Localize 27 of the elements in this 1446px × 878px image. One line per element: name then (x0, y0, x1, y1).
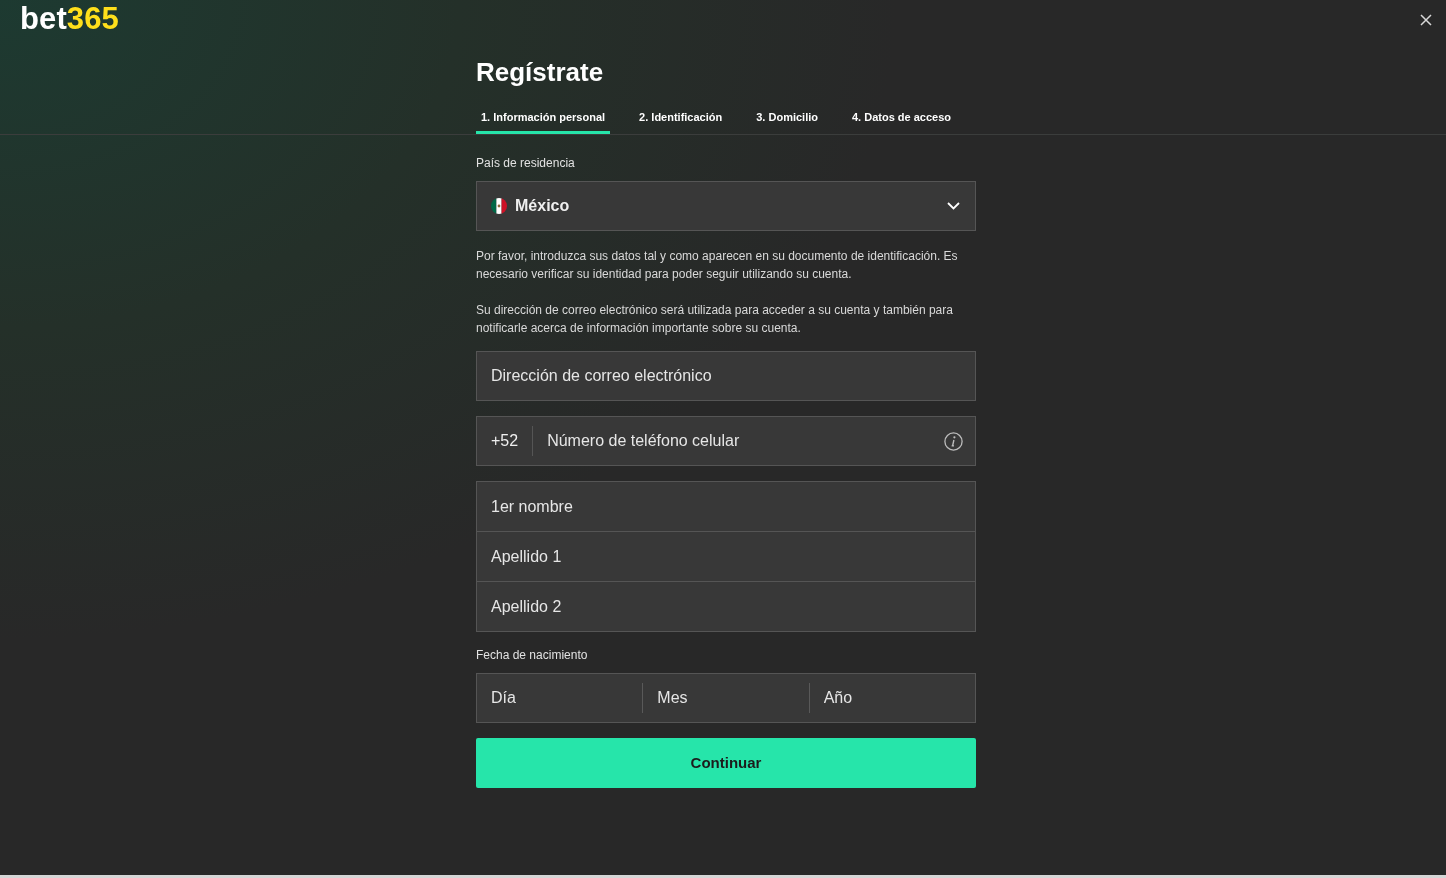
phone-field[interactable]: +52 Número de teléfono celular (476, 416, 976, 466)
country-code: +52 (491, 431, 519, 451)
flag-icon (491, 198, 507, 214)
step-tab[interactable]: 4. Datos de acceso (847, 100, 957, 134)
info-text: Su dirección de correo electrónico será utilizada para acceder a su cuenta y también para notificarle acerca de información importante sobre su cuenta. (476, 302, 954, 337)
email-field[interactable]: Dirección de correo electrónico (476, 351, 976, 401)
name-field[interactable]: Apellido 2 (476, 581, 976, 632)
name-field[interactable]: 1er nombre (476, 481, 976, 532)
info-text: Por favor, introduzca sus datos tal y como aparecen en su documento de identificación. Es necesario verificar su identidad para poder seguir utilizando su cuenta. (476, 248, 959, 283)
field-label: Fecha de nacimiento (476, 648, 589, 663)
birth-date-field[interactable]: Día Mes Año (476, 673, 976, 723)
step-tab[interactable]: 1. Información personal (476, 100, 611, 134)
phone-number-input[interactable]: Número de teléfono celular (547, 417, 944, 465)
info-icon[interactable] (944, 431, 963, 451)
chevron-down-icon (947, 202, 960, 210)
field-label: País de residencia (476, 156, 576, 171)
month-field[interactable]: Mes (643, 674, 809, 722)
year-field[interactable]: Año (809, 674, 975, 722)
step-tab[interactable]: 2. Identificación (634, 100, 728, 134)
page-title: Regístrate (476, 56, 605, 88)
continue-button[interactable]: Continuar (476, 738, 976, 788)
name-field[interactable]: Apellido 1 (476, 531, 976, 582)
logo: bet365 (20, 4, 119, 34)
step-tab[interactable]: 3. Domicilio (751, 100, 823, 134)
country-select[interactable]: México (476, 181, 976, 231)
day-field[interactable]: Día (477, 674, 643, 722)
close-icon[interactable] (1420, 14, 1432, 26)
